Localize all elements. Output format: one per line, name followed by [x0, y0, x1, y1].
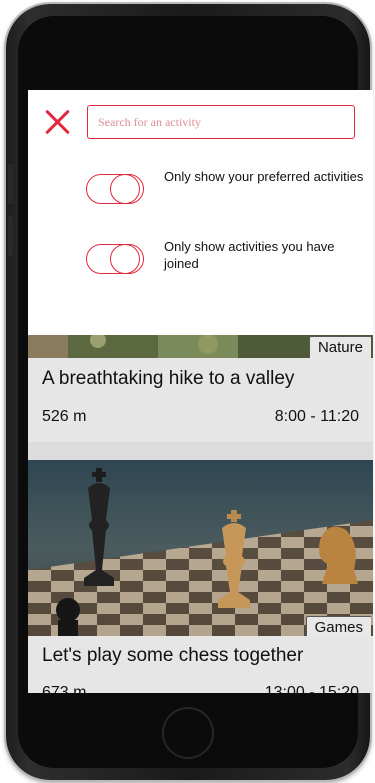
card-details: A breathtaking hike to a valley 526 m 8:… — [28, 358, 373, 442]
activity-meta: 673 m 13:00 - 15:20 — [42, 684, 359, 693]
search-input[interactable] — [87, 105, 355, 139]
toggle-knob — [110, 174, 140, 204]
activity-title: Let's play some chess together — [42, 645, 304, 666]
activity-distance: 673 m — [42, 684, 87, 693]
toggle-knob — [110, 244, 140, 274]
joined-activities-toggle[interactable] — [86, 244, 144, 274]
joined-activities-label: Only show activities you have joined — [164, 239, 335, 271]
activity-distance: 526 m — [42, 408, 87, 425]
search-filter-panel: Only show your preferred activities Only… — [28, 90, 373, 335]
chess-photo — [28, 460, 373, 636]
filter-joined-activities: Only show activities you have joined — [86, 238, 356, 278]
category-badge: Nature — [308, 336, 371, 360]
close-icon[interactable] — [44, 108, 72, 136]
activity-time: 13:00 - 15:20 — [264, 684, 359, 693]
volume-down-button — [8, 216, 13, 256]
preferred-activities-toggle[interactable] — [86, 174, 144, 204]
activity-title: A breathtaking hike to a valley — [42, 368, 295, 389]
app-screen: Only show your preferred activities Only… — [28, 90, 373, 693]
activity-meta: 526 m 8:00 - 11:20 — [42, 408, 359, 426]
volume-up-button — [8, 164, 13, 204]
preferred-activities-label: Only show your preferred activities — [164, 169, 364, 184]
activity-time: 8:00 - 11:20 — [274, 408, 359, 425]
filter-preferred-activities: Only show your preferred activities — [86, 168, 363, 208]
card-details: Let's play some chess together 673 m 13:… — [28, 636, 373, 693]
home-button[interactable] — [162, 707, 214, 759]
